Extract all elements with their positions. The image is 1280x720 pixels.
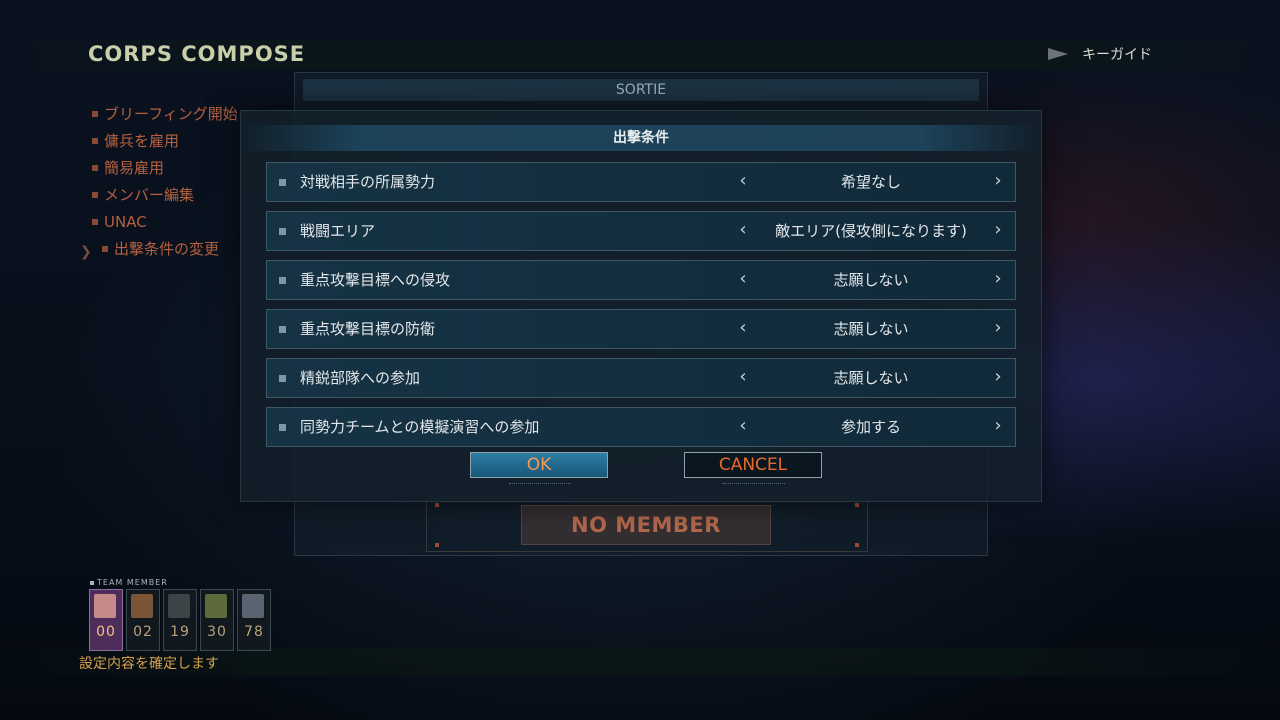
member-number: 30 xyxy=(207,624,227,640)
side-menu-item-label: ブリーフィング開始 xyxy=(104,104,238,123)
team-member-slot[interactable]: 30 xyxy=(200,589,234,651)
team-member-slot[interactable]: 78 xyxy=(237,589,271,651)
team-member-slot[interactable]: 19 xyxy=(163,589,197,651)
bullet-icon xyxy=(279,424,286,431)
sortie-conditions-dialog: 出撃条件 対戦相手の所属勢力 ‹ 希望なし › 戦闘エリア ‹ 敵エリア(侵攻側… xyxy=(240,110,1042,502)
side-menu-item-label: 出撃条件の変更 xyxy=(114,239,220,258)
member-number: 19 xyxy=(170,624,190,640)
member-emblem-icon xyxy=(131,594,153,618)
condition-label: 同勢力チームとの模擬演習への参加 xyxy=(300,418,540,436)
corner-marker xyxy=(855,543,859,547)
condition-label: 対戦相手の所属勢力 xyxy=(300,173,436,191)
bullet-icon xyxy=(92,218,98,225)
member-number: 02 xyxy=(133,624,153,640)
member-emblem-icon xyxy=(205,594,227,618)
bullet-icon xyxy=(279,375,286,382)
member-number: 78 xyxy=(244,624,264,640)
bullet-icon xyxy=(279,326,286,333)
side-menu-item-briefing[interactable]: ブリーフィング開始 xyxy=(80,100,238,127)
corner-marker xyxy=(855,503,859,507)
ok-button[interactable]: OK xyxy=(470,452,608,484)
member-number: 00 xyxy=(96,624,116,640)
bullet-icon xyxy=(279,228,286,235)
side-menu-item-label: UNAC xyxy=(104,212,147,231)
bullet-icon xyxy=(102,245,108,252)
corner-marker xyxy=(435,503,439,507)
chevron-right-icon: ❯ xyxy=(80,244,92,260)
condition-row-opponent-faction[interactable]: 対戦相手の所属勢力 ‹ 希望なし › xyxy=(266,162,1016,202)
chevron-right-icon[interactable]: › xyxy=(990,212,1006,248)
key-guide-button[interactable]: キーガイド xyxy=(1048,44,1152,64)
condition-label: 精鋭部隊への参加 xyxy=(300,369,421,387)
condition-row-mock-exercise[interactable]: 同勢力チームとの模擬演習への参加 ‹ 参加する › xyxy=(266,407,1016,447)
member-emblem-icon xyxy=(242,594,264,618)
chevron-left-icon[interactable]: ‹ xyxy=(735,261,751,297)
side-menu-item-hire-mercenary[interactable]: 傭兵を雇用 xyxy=(80,127,238,154)
condition-label: 戦闘エリア xyxy=(300,222,376,240)
corner-marker xyxy=(435,543,439,547)
condition-value: 志願しない xyxy=(833,320,909,338)
chevron-right-icon[interactable]: › xyxy=(990,310,1006,346)
cancel-button[interactable]: CANCEL xyxy=(684,452,822,484)
member-emblem-icon xyxy=(168,594,190,618)
condition-row-priority-invasion[interactable]: 重点攻撃目標への侵攻 ‹ 志願しない › xyxy=(266,260,1016,300)
condition-value: 志願しない xyxy=(833,369,909,387)
side-menu-item-label: 傭兵を雇用 xyxy=(104,131,180,150)
condition-row-elite-squad[interactable]: 精鋭部隊への参加 ‹ 志願しない › xyxy=(266,358,1016,398)
chevron-left-icon[interactable]: ‹ xyxy=(735,212,751,248)
cancel-button-label: CANCEL xyxy=(718,455,788,475)
condition-list: 対戦相手の所属勢力 ‹ 希望なし › 戦闘エリア ‹ 敵エリア(侵攻側になります… xyxy=(266,162,1016,456)
condition-row-priority-defense[interactable]: 重点攻撃目標の防衛 ‹ 志願しない › xyxy=(266,309,1016,349)
button-underline xyxy=(723,483,785,485)
bullet-icon xyxy=(279,277,286,284)
condition-value: 敵エリア(侵攻側になります) xyxy=(775,222,967,240)
status-text: 設定内容を確定します xyxy=(79,656,219,672)
team-member-list: 00 02 19 30 78 xyxy=(89,589,271,651)
condition-row-battle-area[interactable]: 戦闘エリア ‹ 敵エリア(侵攻側になります) › xyxy=(266,211,1016,251)
game-screen: CORPS COMPOSE キーガイド ブリーフィング開始 傭兵を雇用 簡易雇用… xyxy=(0,0,1280,720)
no-member-label: NO MEMBER xyxy=(521,505,771,545)
side-menu-item-edit-members[interactable]: メンバー編集 xyxy=(80,181,238,208)
team-member-label: TEAM MEMBER xyxy=(97,578,168,587)
ok-button-label: OK xyxy=(526,455,552,475)
member-emblem-icon xyxy=(94,594,116,618)
team-member-heading: TEAM MEMBER xyxy=(90,578,168,587)
bullet-icon xyxy=(90,580,94,585)
chevron-left-icon[interactable]: ‹ xyxy=(735,359,751,395)
member-slot: NO MEMBER xyxy=(426,498,868,552)
bullet-icon xyxy=(92,191,98,198)
page-title: CORPS COMPOSE xyxy=(88,42,306,66)
key-guide-label: キーガイド xyxy=(1082,47,1152,63)
chevron-left-icon[interactable]: ‹ xyxy=(735,310,751,346)
button-underline xyxy=(509,483,571,485)
side-menu-item-unac[interactable]: UNAC xyxy=(80,208,238,235)
chevron-right-icon[interactable]: › xyxy=(990,359,1006,395)
condition-value: 参加する xyxy=(840,418,901,436)
condition-value: 志願しない xyxy=(833,271,909,289)
dialog-title: 出撃条件 xyxy=(241,125,1041,151)
side-menu-item-label: 簡易雇用 xyxy=(104,158,165,177)
triangle-icon xyxy=(1048,48,1068,60)
bullet-icon xyxy=(92,137,98,144)
sortie-panel-header: SORTIE xyxy=(303,79,979,101)
side-menu: ブリーフィング開始 傭兵を雇用 簡易雇用 メンバー編集 UNAC ❯ 出撃条件の変… xyxy=(80,100,238,262)
chevron-right-icon[interactable]: › xyxy=(990,261,1006,297)
side-menu-item-sortie-conditions[interactable]: ❯ 出撃条件の変更 xyxy=(80,235,238,262)
condition-label: 重点攻撃目標の防衛 xyxy=(300,320,436,338)
side-menu-item-quick-hire[interactable]: 簡易雇用 xyxy=(80,154,238,181)
team-member-slot[interactable]: 00 xyxy=(89,589,123,651)
chevron-right-icon[interactable]: › xyxy=(990,163,1006,199)
condition-label: 重点攻撃目標への侵攻 xyxy=(300,271,451,289)
chevron-right-icon[interactable]: › xyxy=(990,408,1006,444)
bullet-icon xyxy=(92,110,98,117)
side-menu-item-label: メンバー編集 xyxy=(104,185,195,204)
chevron-left-icon[interactable]: ‹ xyxy=(735,163,751,199)
team-member-slot[interactable]: 02 xyxy=(126,589,160,651)
bullet-icon xyxy=(279,179,286,186)
condition-value: 希望なし xyxy=(840,173,901,191)
chevron-left-icon[interactable]: ‹ xyxy=(735,408,751,444)
bullet-icon xyxy=(92,164,98,171)
